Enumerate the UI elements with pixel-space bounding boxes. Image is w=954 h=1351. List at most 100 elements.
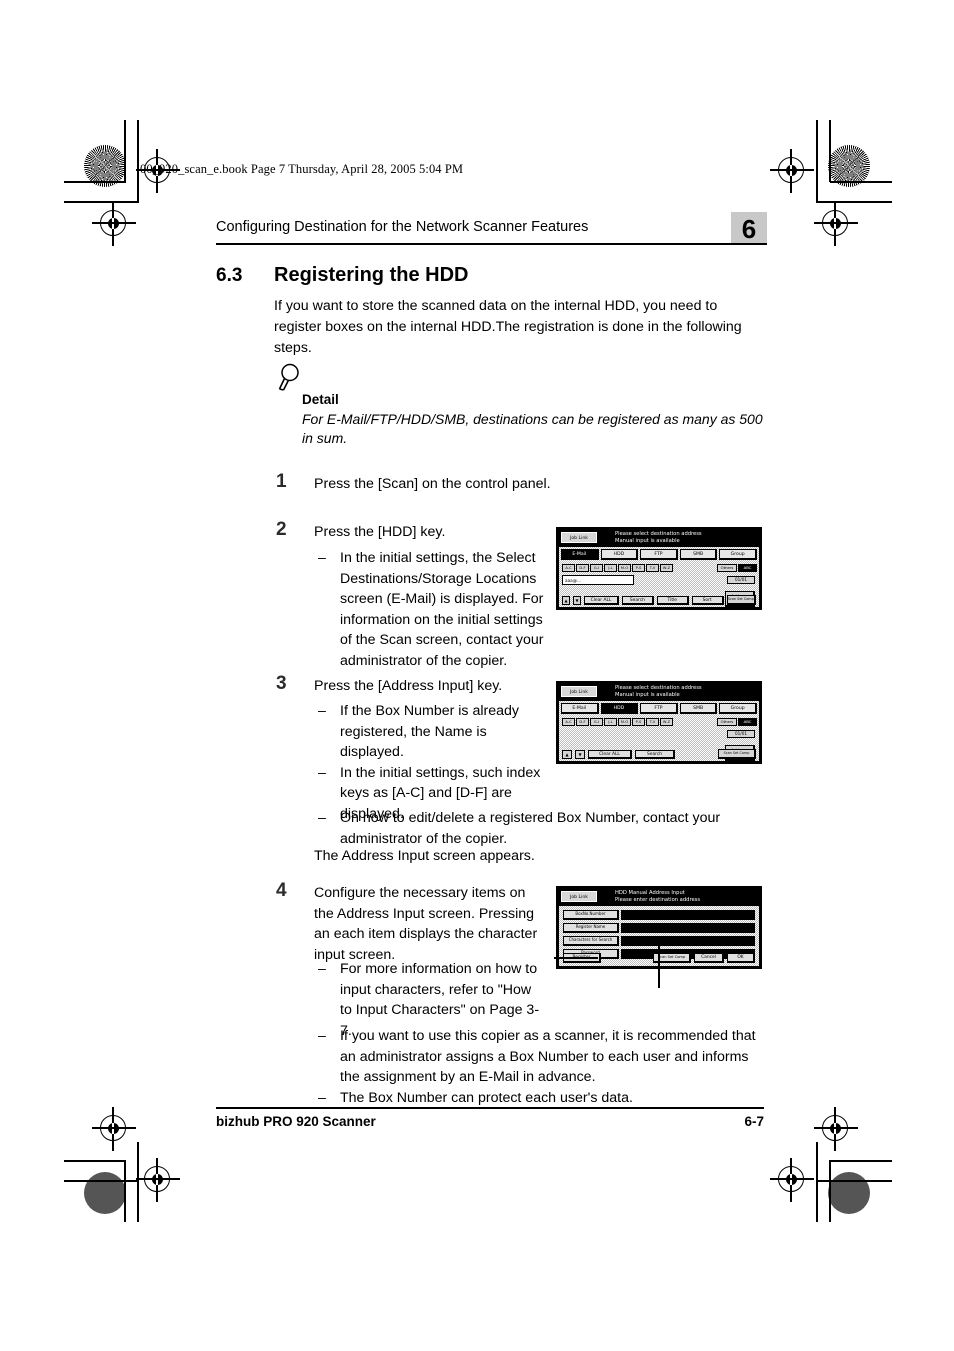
step-number-1: 1 <box>276 471 287 492</box>
others-button[interactable]: Others <box>717 564 737 572</box>
job-link-button[interactable]: Job Link <box>561 891 597 902</box>
list-item-text: If the Box Number is already registered,… <box>340 703 519 760</box>
page-number: 6-7 <box>744 1114 764 1129</box>
step-text-3: Press the [Address Input] key. <box>314 678 503 694</box>
box-number-field[interactable] <box>621 910 755 920</box>
others-button[interactable]: Others <box>717 718 737 726</box>
scan-set-complete-button[interactable]: Scan Set Comp <box>718 749 756 759</box>
bottom-button-row: ▲ ▼ Clear ALL Search Title Sort Scan Set… <box>562 595 756 605</box>
step-text-1: Press the [Scan] on the control panel. <box>314 476 551 492</box>
index-key-a-c[interactable]: A-C <box>562 564 575 572</box>
clear-all-button[interactable]: Clear ALL <box>588 749 632 759</box>
magnifier-icon <box>277 362 307 392</box>
index-key-j-l[interactable]: J-L <box>604 718 617 726</box>
index-key-a-c[interactable]: A-C <box>562 718 575 726</box>
box-number-label[interactable]: BoxNo.Number <box>563 910 619 920</box>
form-button-row: Register Scan Set Comp Cancel OK <box>563 953 755 963</box>
characters-for-search-field[interactable] <box>621 936 755 946</box>
list-item: – If the Box Number is already registered… <box>314 701 546 763</box>
step-text-2: Press the [HDD] key. <box>314 524 446 540</box>
section-number: 6.3 <box>216 265 243 286</box>
step-number-4: 4 <box>276 880 287 901</box>
tab-hdd[interactable]: HDD <box>600 703 639 714</box>
index-key-g-i[interactable]: G-I <box>590 718 603 726</box>
list-item[interactable]: aaa@... <box>562 575 634 585</box>
tab-ftp[interactable]: FTP <box>640 703 678 714</box>
tab-group[interactable]: Group <box>719 703 757 714</box>
button-row-spacer <box>678 750 715 759</box>
index-key-g-i[interactable]: G-I <box>590 564 603 572</box>
index-key-j-l[interactable]: J-L <box>604 564 617 572</box>
lcd-title-text: Please select destination address Manual… <box>615 685 702 699</box>
register-name-label[interactable]: Register Name <box>563 923 619 933</box>
chapter-badge-rule <box>731 243 767 246</box>
others-selected-key[interactable]: ABC <box>738 718 757 726</box>
lcd-title-line2: Please enter destination address <box>615 897 701 903</box>
step-3-closing: The Address Input screen appears. <box>314 848 535 864</box>
list-item-text: If you want to use this copier as a scan… <box>340 1028 756 1085</box>
lcd-body: E-Mail HDD FTP SMB Group A-C D-F G-I J-L… <box>559 700 759 761</box>
job-link-button[interactable]: Job Link <box>561 686 597 697</box>
scroll-down-button[interactable]: ▼ <box>573 595 582 605</box>
index-key-row: A-C D-F G-I J-L M-O P-S T-V W-Z <box>562 564 673 572</box>
register-name-field[interactable] <box>621 923 755 933</box>
lcd-screenshot-hdd-manual-address-input: Job Link HDD Manual Address Input Please… <box>556 886 762 969</box>
step-number-2: 2 <box>276 519 287 540</box>
detail-body: For E-Mail/FTP/HDD/SMB, destinations can… <box>302 411 763 446</box>
lcd-title-line1: Please select destination address <box>615 531 702 537</box>
scan-set-complete-button[interactable]: Scan Set Comp <box>726 595 756 605</box>
lcd-title-text: Please select destination address Manual… <box>615 531 702 545</box>
tab-smb[interactable]: SMB <box>679 703 718 714</box>
cancel-button[interactable]: Cancel <box>694 953 724 963</box>
scroll-up-button[interactable]: ▲ <box>562 749 572 759</box>
tab-email[interactable]: E-Mail <box>561 703 599 714</box>
register-button[interactable]: Register <box>563 953 601 963</box>
dash-marker: – <box>318 764 326 781</box>
search-button[interactable]: Search <box>621 595 654 605</box>
tab-smb[interactable]: SMB <box>679 549 718 560</box>
search-button[interactable]: Search <box>635 749 675 759</box>
index-key-m-o[interactable]: M-O <box>618 564 631 572</box>
others-selected-key[interactable]: ABC <box>738 564 757 572</box>
index-key-w-z[interactable]: W-Z <box>660 718 673 726</box>
title-button[interactable]: Title <box>656 595 689 605</box>
footer-product-name: bizhub PRO 920 Scanner <box>216 1114 376 1129</box>
step-text-4: Configure the necessary items on the Add… <box>314 885 538 963</box>
dash-marker: – <box>318 810 326 826</box>
job-link-button[interactable]: Job Link <box>561 532 597 543</box>
list-item-text: The Box Number can protect each user's d… <box>340 1089 633 1106</box>
tab-email[interactable]: E-Mail <box>561 549 599 560</box>
index-key-w-z[interactable]: W-Z <box>660 564 673 572</box>
scroll-up-button[interactable]: ▲ <box>562 595 571 605</box>
dash-marker: – <box>318 550 326 566</box>
running-head: Configuring Destination for the Network … <box>216 219 589 235</box>
page-indicator: 01/01 <box>727 730 755 738</box>
index-key-d-f[interactable]: D-F <box>576 718 589 726</box>
sort-button[interactable]: Sort <box>691 595 724 605</box>
page-title: Registering the HDD <box>274 264 469 286</box>
lcd-title-bar: Job Link Please select destination addre… <box>559 530 759 546</box>
step-4-bullets-wide: – If you want to use this copier as a sca… <box>314 1026 766 1108</box>
tab-ftp[interactable]: FTP <box>640 549 678 560</box>
ok-button[interactable]: OK <box>727 953 755 963</box>
characters-for-search-label[interactable]: Characters for Search <box>563 936 619 946</box>
dash-marker: – <box>318 1089 326 1106</box>
dash-marker: – <box>318 1028 326 1044</box>
tab-group[interactable]: Group <box>719 549 757 560</box>
list-item: – In the initial settings, the Select Des… <box>314 548 546 671</box>
chapter-badge: 6 <box>731 212 767 244</box>
index-key-m-o[interactable]: M-O <box>618 718 631 726</box>
index-key-p-s[interactable]: P-S <box>632 564 645 572</box>
lcd-title-line1: Please select destination address <box>615 685 702 691</box>
tab-hdd[interactable]: HDD <box>600 549 639 560</box>
step-3-bullets: – If the Box Number is already registered… <box>314 701 546 824</box>
step-number-3: 3 <box>276 673 287 694</box>
index-key-t-v[interactable]: T-V <box>646 564 659 572</box>
index-key-d-f[interactable]: D-F <box>576 564 589 572</box>
index-key-row: A-C D-F G-I J-L M-O P-S T-V W-Z <box>562 718 673 726</box>
scroll-down-button[interactable]: ▼ <box>575 749 585 759</box>
index-key-p-s[interactable]: P-S <box>632 718 645 726</box>
index-key-t-v[interactable]: T-V <box>646 718 659 726</box>
clear-all-button[interactable]: Clear ALL <box>584 595 619 605</box>
lcd-title-text: HDD Manual Address Input Please enter de… <box>615 890 700 904</box>
